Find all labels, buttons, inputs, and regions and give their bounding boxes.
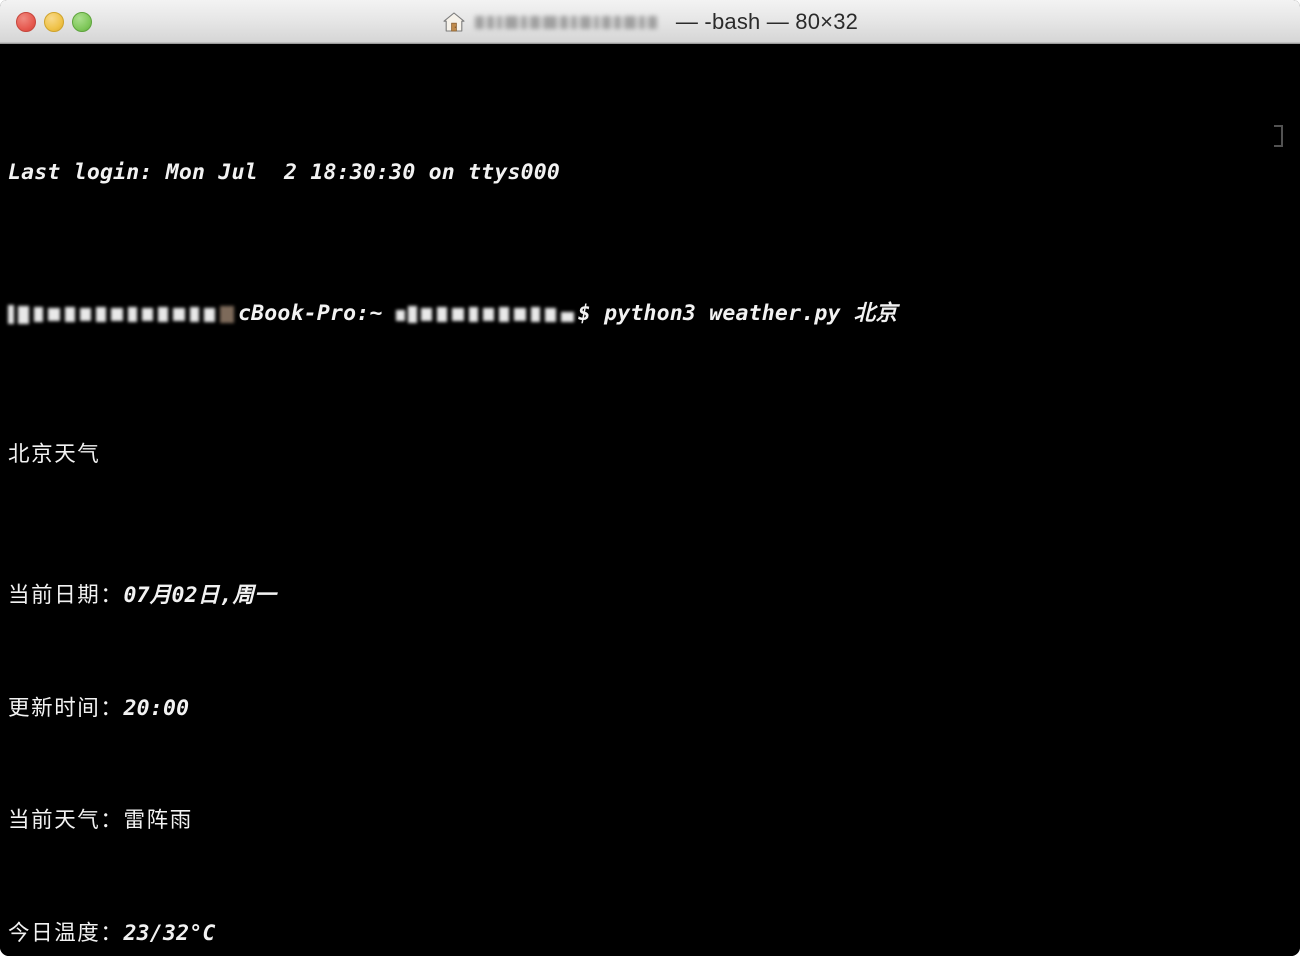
- report-heading-line: 北京天气: [8, 441, 1300, 469]
- report-heading: 北京天气: [8, 441, 101, 467]
- prompt-sigil-1: $: [577, 300, 591, 326]
- field-row-temperature: 今日温度：23/32°C: [8, 920, 1300, 948]
- field-label: 当前日期：: [8, 582, 124, 608]
- redacted-prompt-user-2: [395, 303, 578, 325]
- close-button[interactable]: [16, 12, 36, 32]
- maximize-button[interactable]: [72, 12, 92, 32]
- prompt-host-1: cBook-Pro:~: [238, 300, 383, 326]
- window-title: — -bash — 80×32: [442, 9, 858, 35]
- terminal-window[interactable]: — -bash — 80×32 Last login: Mon Jul 2 18…: [0, 0, 1300, 956]
- last-login-line: Last login: Mon Jul 2 18:30:30 on ttys00…: [8, 159, 1300, 187]
- terminal-body[interactable]: Last login: Mon Jul 2 18:30:30 on ttys00…: [0, 44, 1300, 956]
- field-row-update-time: 更新时间：20:00: [8, 695, 1300, 723]
- command-prompt-line: cBook-Pro:~ $ python3 weather.py 北京: [8, 300, 1300, 328]
- field-label: 更新时间：: [8, 695, 124, 721]
- field-value: 23/32°C: [123, 921, 216, 947]
- command-text: python3 weather.py 北京: [604, 300, 898, 326]
- terminal-screen[interactable]: Last login: Mon Jul 2 18:30:30 on ttys00…: [8, 46, 1300, 956]
- field-row-date: 当前日期：07月02日,周一: [8, 582, 1300, 610]
- redacted-prompt-user-1: [8, 303, 238, 325]
- field-value: 20:00: [123, 695, 190, 721]
- window-controls[interactable]: [16, 0, 92, 44]
- window-title-suffix: — -bash — 80×32: [675, 8, 859, 34]
- field-label: 今日温度：: [8, 921, 124, 947]
- minimize-button[interactable]: [44, 12, 64, 32]
- field-label: 当前天气：: [8, 808, 124, 834]
- title-bar[interactable]: — -bash — 80×32: [0, 0, 1300, 44]
- field-value: 雷阵雨: [123, 808, 193, 834]
- field-row-current-weather: 当前天气：雷阵雨: [8, 807, 1300, 835]
- field-value: 07月02日,周一: [123, 582, 277, 608]
- redacted-username: [473, 12, 669, 32]
- last-login-text: Last login: Mon Jul 2 18:30:30 on ttys00…: [8, 159, 561, 185]
- home-icon: [443, 11, 465, 32]
